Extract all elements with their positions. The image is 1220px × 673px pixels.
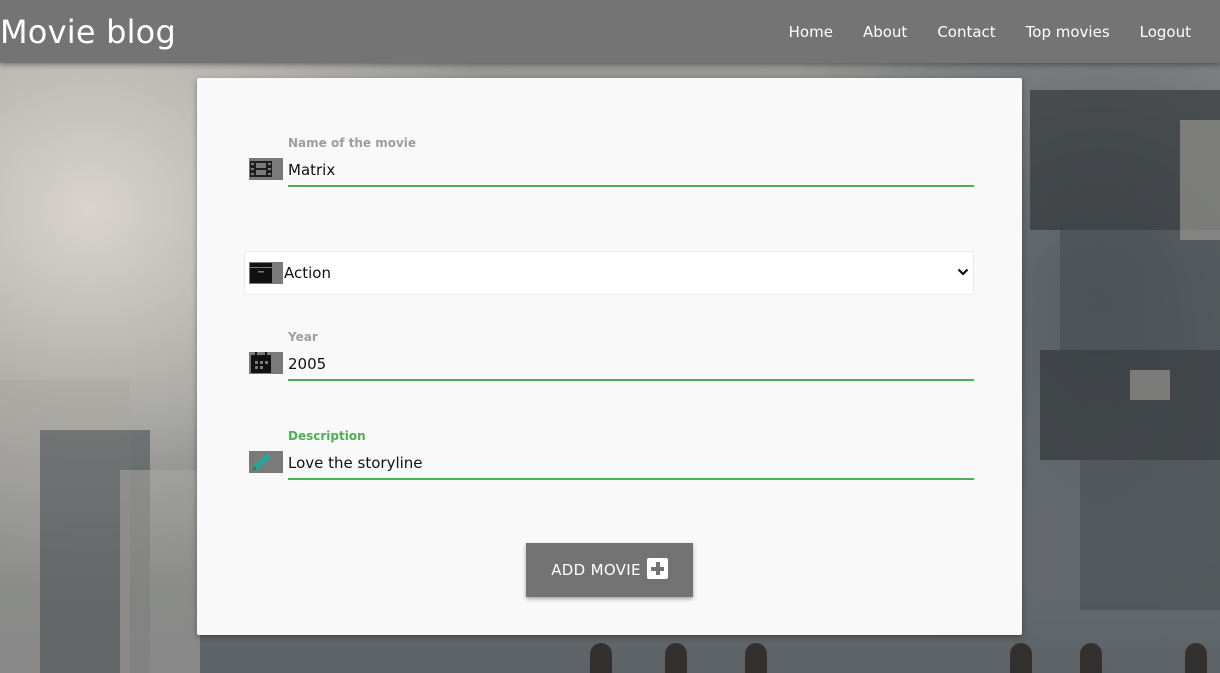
pencil-icon [249, 451, 283, 473]
nav-link-home[interactable]: Home [774, 23, 848, 41]
description-input[interactable] [288, 448, 974, 480]
add-movie-button-label: ADD MOVIE [551, 561, 641, 579]
add-movie-form: Name of the movie Action [197, 78, 1022, 635]
genre-select[interactable]: Action [244, 251, 974, 295]
year-input[interactable] [288, 349, 974, 381]
calendar-icon [249, 352, 283, 374]
year-label: Year [288, 330, 318, 344]
movie-name-field: Name of the movie [249, 134, 975, 194]
genre-select-value: Action [284, 264, 331, 282]
folder-icon [249, 262, 283, 284]
description-field: Description [249, 427, 975, 487]
movie-name-input[interactable] [288, 155, 974, 187]
nav-link-logout[interactable]: Logout [1125, 23, 1206, 41]
year-field: Year [249, 328, 975, 388]
navbar: Movie blog Home About Contact Top movies… [0, 0, 1220, 63]
add-movie-button[interactable]: ADD MOVIE [526, 543, 693, 597]
film-icon [249, 158, 283, 180]
nav-link-contact[interactable]: Contact [922, 23, 1010, 41]
nav-links: Home About Contact Top movies Logout [774, 0, 1220, 63]
chevron-down-icon[interactable] [957, 267, 969, 277]
brand-title[interactable]: Movie blog [0, 12, 176, 52]
movie-name-label: Name of the movie [288, 136, 417, 150]
nav-link-about[interactable]: About [848, 23, 922, 41]
plus-square-icon [646, 558, 668, 579]
nav-link-top-movies[interactable]: Top movies [1011, 23, 1125, 41]
description-label: Description [288, 429, 366, 443]
